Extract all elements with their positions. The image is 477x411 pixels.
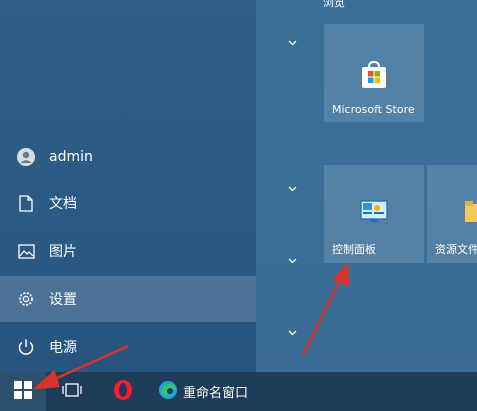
power-label: 电源 — [49, 340, 77, 356]
pictures-label: 图片 — [49, 244, 77, 260]
user-account-item[interactable]: admin — [0, 134, 256, 180]
windows-icon — [14, 380, 32, 403]
chevron-down-icon[interactable] — [288, 256, 300, 266]
task-view-button[interactable] — [60, 372, 84, 411]
settings-item[interactable]: 设置 — [0, 276, 256, 322]
microsoft-store-tile[interactable]: Microsoft Store — [324, 24, 424, 122]
chevron-down-icon[interactable] — [288, 184, 300, 194]
rename-window-label: 重命名窗口 — [183, 386, 249, 401]
pictures-item[interactable]: 图片 — [0, 228, 256, 274]
rename-window-taskbar-item[interactable]: 重命名窗口 — [158, 372, 248, 411]
documents-label: 文档 — [49, 196, 77, 212]
user-name: admin — [49, 149, 93, 165]
chevron-down-icon[interactable] — [288, 328, 300, 338]
file-explorer-label: 资源文件 — [435, 243, 477, 256]
microsoft-store-label: Microsoft Store — [332, 103, 415, 116]
taskbar: 重命名窗口 — [0, 372, 477, 411]
power-icon — [17, 338, 35, 356]
settings-label: 设置 — [49, 292, 77, 308]
start-button[interactable] — [0, 372, 46, 411]
file-explorer-tile[interactable]: 资源文件 — [427, 165, 477, 263]
control-panel-tile[interactable]: 控制面板 — [324, 165, 424, 263]
power-item[interactable]: 电源 — [0, 324, 256, 370]
tile-group-label: 浏览 — [323, 0, 345, 9]
task-view-icon — [62, 382, 82, 402]
folder-icon — [465, 201, 477, 227]
start-menu-rail: admin 文档 图片 设置 电源 — [0, 0, 256, 372]
picture-icon — [17, 242, 35, 260]
control-panel-icon — [360, 199, 388, 227]
control-panel-label: 控制面板 — [332, 243, 376, 256]
chevron-down-icon[interactable] — [288, 38, 300, 48]
opera-button[interactable] — [110, 372, 136, 411]
user-icon — [17, 148, 35, 166]
documents-item[interactable]: 文档 — [0, 180, 256, 226]
document-icon — [17, 194, 35, 212]
edge-icon — [158, 380, 178, 404]
store-icon — [359, 60, 389, 94]
gear-icon — [17, 290, 35, 308]
opera-icon — [113, 379, 133, 405]
